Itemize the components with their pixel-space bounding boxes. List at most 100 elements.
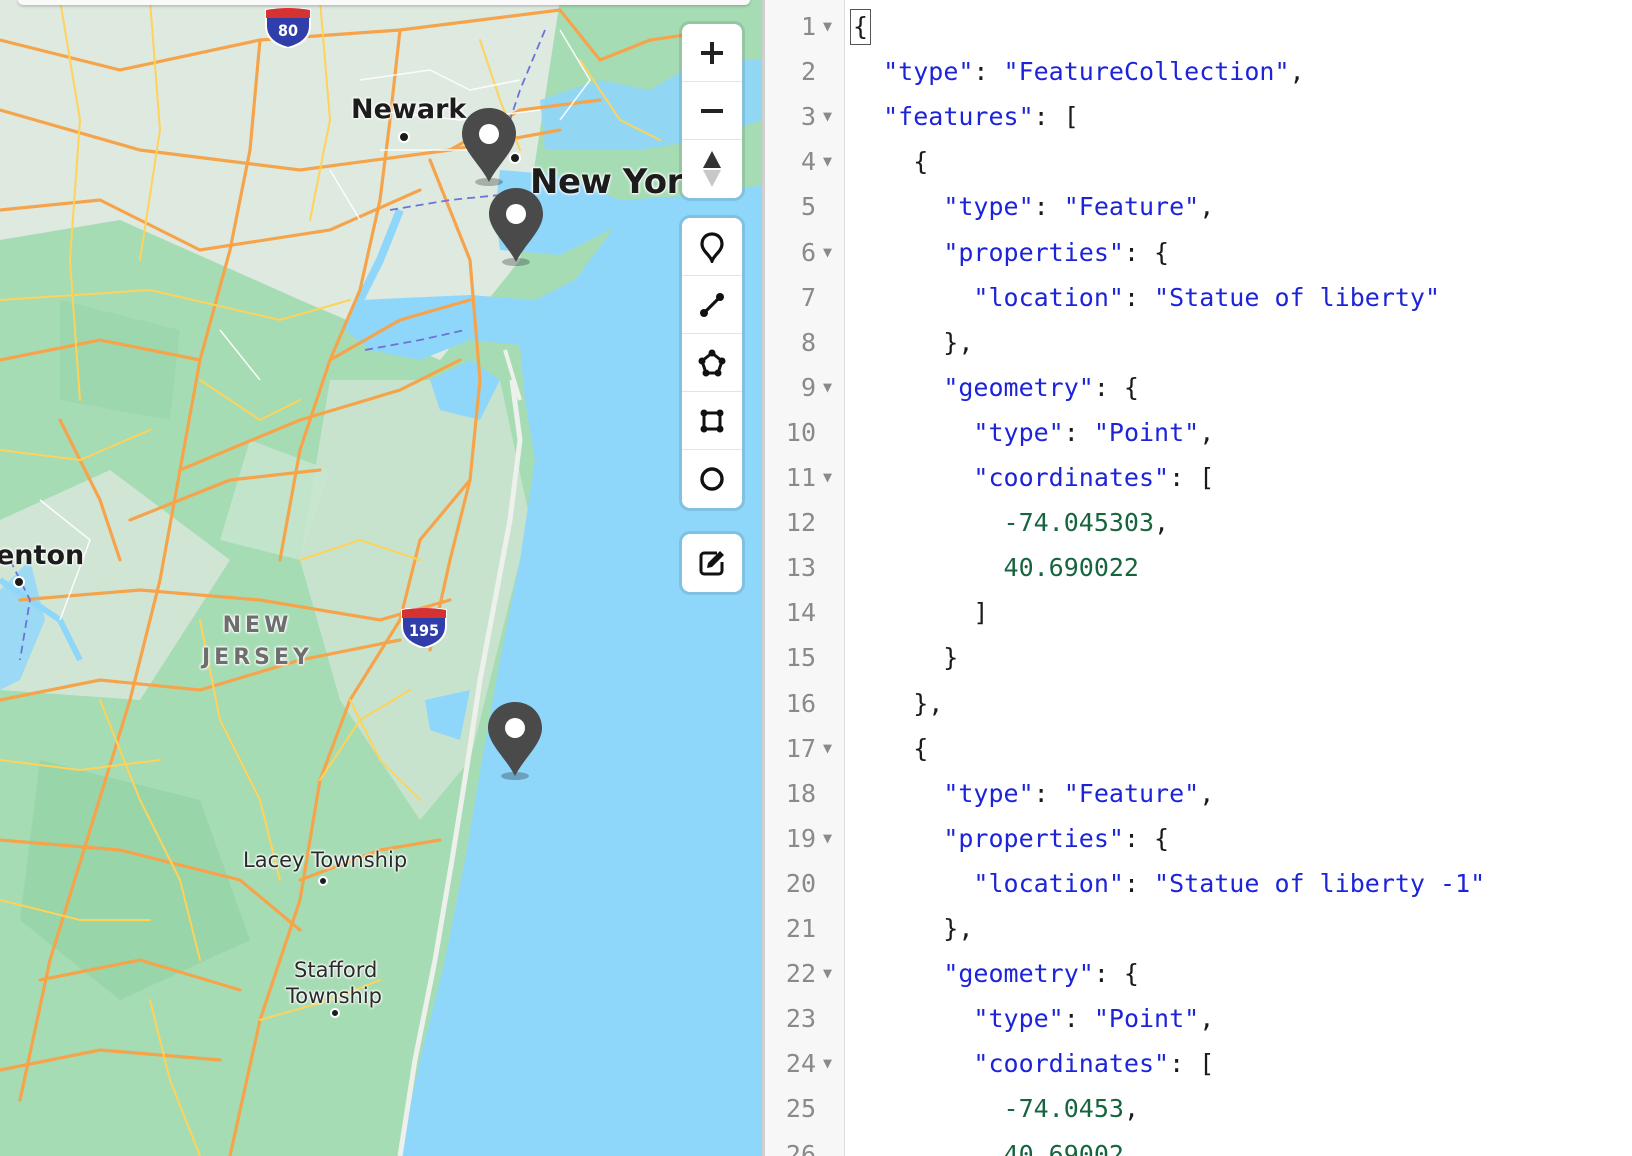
fold-toggle-icon[interactable]: ▼ xyxy=(823,726,832,771)
line-number: 20 xyxy=(785,868,816,898)
code-text: "properties": { xyxy=(853,816,1169,861)
fold-toggle-icon[interactable]: ▼ xyxy=(823,4,832,49)
cursor-token: { xyxy=(850,9,872,45)
code-text: { xyxy=(853,139,928,184)
code-line[interactable]: 10 "type": "Point", xyxy=(765,410,1632,455)
code-line[interactable]: 12 -74.045303, xyxy=(765,500,1632,545)
interstate-195-label: 195 xyxy=(408,621,440,640)
code-line[interactable]: 18 "type": "Feature", xyxy=(765,771,1632,816)
code-token: "Statue of liberty -1" xyxy=(1154,868,1486,898)
state-label-line1: NEW xyxy=(222,613,293,638)
fold-toggle-icon[interactable]: ▼ xyxy=(823,230,832,275)
fold-toggle-icon[interactable]: ▼ xyxy=(823,94,832,139)
line-number: 24 xyxy=(785,1049,816,1079)
trenton-city-dot xyxy=(13,576,25,588)
draw-line-button[interactable] xyxy=(682,276,742,334)
code-token: : [ xyxy=(1169,463,1215,492)
map-view[interactable]: 80 195 Newark New York enton NEW JERSEY … xyxy=(0,0,762,1156)
line-draw-icon xyxy=(700,292,724,317)
draw-toolbar xyxy=(682,218,742,508)
code-token: , xyxy=(1123,1094,1139,1124)
code-line[interactable]: 1 ▼ { xyxy=(765,4,1632,49)
fold-toggle-icon[interactable]: ▼ xyxy=(823,365,832,410)
code-line[interactable]: 17 ▼ { xyxy=(765,726,1632,771)
draw-circle-button[interactable] xyxy=(682,450,742,508)
draw-polygon-button[interactable] xyxy=(682,334,742,392)
code-line[interactable]: 13 40.690022 xyxy=(765,545,1632,590)
code-line[interactable]: 4 ▼ { xyxy=(765,139,1632,184)
code-line[interactable]: 11 ▼ "coordinates": [ xyxy=(765,455,1632,500)
code-line[interactable]: 9 ▼ "geometry": { xyxy=(765,365,1632,410)
fold-toggle-icon[interactable]: ▼ xyxy=(823,951,832,996)
line-number: 4 xyxy=(800,147,816,177)
code-token: }, xyxy=(853,914,974,943)
line-number: 17 xyxy=(785,733,816,763)
code-token: "properties" xyxy=(943,823,1124,853)
code-line[interactable]: 2 "type": "FeatureCollection", xyxy=(765,49,1632,94)
fold-toggle-icon[interactable]: ▼ xyxy=(823,1041,832,1086)
circle-draw-icon xyxy=(700,467,724,491)
code-line[interactable]: 25 -74.0453, xyxy=(765,1086,1632,1131)
code-token: : xyxy=(1033,192,1064,222)
code-line[interactable]: 15 } xyxy=(765,635,1632,680)
code-token: }, xyxy=(853,327,974,357)
code-token: "features" xyxy=(883,102,1034,132)
edit-features-button[interactable] xyxy=(682,534,742,592)
fold-toggle-icon[interactable]: ▼ xyxy=(823,139,832,184)
map-marker-2[interactable] xyxy=(487,186,545,266)
code-line[interactable]: 20 "location": "Statue of liberty -1" xyxy=(765,861,1632,906)
top-panel-edge xyxy=(18,0,750,5)
code-line[interactable]: 7 "location": "Statue of liberty" xyxy=(765,275,1632,320)
geojson-editor[interactable]: 1 ▼{2 "type": "FeatureCollection", 3 ▼ "fea… xyxy=(762,0,1632,1156)
line-number: 6 xyxy=(800,237,816,267)
code-text: "type": "Feature", xyxy=(853,184,1214,229)
fold-toggle-icon[interactable]: ▼ xyxy=(823,455,832,500)
line-number: 5 xyxy=(800,192,816,222)
state-label-line2: JERSEY xyxy=(202,645,313,670)
map-marker-1[interactable] xyxy=(460,106,518,186)
code-token: "Feature" xyxy=(1063,778,1200,808)
code-line[interactable]: 6 ▼ "properties": { xyxy=(765,230,1632,275)
line-number: 13 xyxy=(785,553,816,583)
line-number: 25 xyxy=(785,1094,816,1124)
minus-icon xyxy=(701,108,723,113)
code-token: : xyxy=(1123,282,1155,312)
code-line[interactable]: 8 }, xyxy=(765,320,1632,365)
code-line[interactable]: 21 }, xyxy=(765,906,1632,951)
code-line[interactable]: 23 "type": "Point", xyxy=(765,996,1632,1041)
reset-bearing-button[interactable] xyxy=(682,140,742,198)
code-token: : { xyxy=(1123,823,1170,853)
fold-toggle-icon[interactable]: ▼ xyxy=(823,816,832,861)
code-token: -74.045303 xyxy=(1003,508,1155,538)
code-line[interactable]: 26 40.69002 xyxy=(765,1132,1632,1156)
code-line[interactable]: 19 ▼ "properties": { xyxy=(765,816,1632,861)
interstate-195-shield: 195 xyxy=(398,607,450,650)
code-token: "FeatureCollection" xyxy=(1003,57,1290,87)
code-line[interactable]: 22 ▼ "geometry": { xyxy=(765,951,1632,996)
draw-rectangle-button[interactable] xyxy=(682,392,742,450)
code-token: "geometry" xyxy=(943,959,1094,989)
stafford-township-label-line1: Stafford xyxy=(294,958,378,982)
code-line[interactable]: 3 ▼ "features": [ xyxy=(765,94,1632,139)
code-line[interactable]: 5 "type": "Feature", xyxy=(765,184,1632,229)
code-token: "Point" xyxy=(1093,417,1200,447)
draw-marker-button[interactable] xyxy=(682,218,742,276)
lacey-township-dot xyxy=(318,876,328,886)
code-line[interactable]: 16 }, xyxy=(765,681,1632,726)
map-marker-3[interactable] xyxy=(486,700,544,780)
line-number: 16 xyxy=(785,688,816,718)
zoom-in-button[interactable] xyxy=(682,24,742,82)
code-line[interactable]: 14 ] xyxy=(765,590,1632,635)
zoom-out-button[interactable] xyxy=(682,82,742,140)
code-line[interactable]: 24 ▼ "coordinates": [ xyxy=(765,1041,1632,1086)
trenton-label: enton xyxy=(0,540,85,571)
code-token: , xyxy=(1154,508,1170,538)
code-token: -74.0453 xyxy=(1003,1094,1124,1124)
code-token: "coordinates" xyxy=(973,1049,1170,1079)
